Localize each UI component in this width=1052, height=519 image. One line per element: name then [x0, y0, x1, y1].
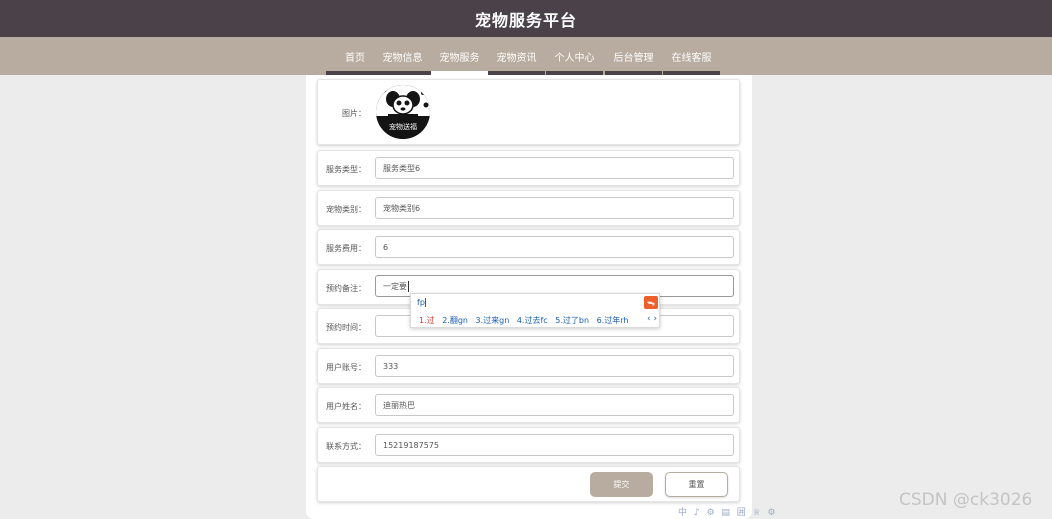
nav-item-pet-news[interactable]: 宠物资讯	[488, 37, 545, 75]
form-row-user-account: 用户账号： 333	[317, 348, 740, 384]
ime-pinyin-input: fp	[417, 298, 426, 307]
image-label: 图片：	[342, 109, 366, 118]
user-name-field[interactable]: 迪丽热巴	[375, 394, 734, 416]
pet-image[interactable]: 宠物送福	[376, 85, 430, 139]
pet-image-caption: 宠物送福	[389, 123, 417, 131]
contact-label: 联系方式：	[326, 442, 366, 451]
ime-candidate[interactable]: 4.过去fc	[517, 316, 548, 325]
user-account-label: 用户账号：	[326, 363, 366, 372]
user-account-field[interactable]: 333	[375, 355, 734, 377]
form-row-service-type: 服务类型： 服务类型6	[317, 150, 740, 186]
text-caret	[408, 280, 409, 292]
app-title: 宠物服务平台	[474, 10, 577, 30]
watermark: CSDN @ck3026	[899, 490, 1033, 510]
ime-caret	[424, 298, 426, 307]
nav-item-online-support[interactable]: 在线客服	[663, 37, 720, 75]
submit-button[interactable]: 提交	[590, 472, 653, 497]
form-row-user-name: 用户姓名： 迪丽热巴	[317, 387, 740, 423]
service-type-field[interactable]: 服务类型6	[375, 157, 734, 179]
nav-item-label: 宠物服务	[439, 52, 480, 64]
booking-note-label: 预约备注：	[326, 284, 366, 293]
ime-candidate[interactable]: 2.翻gn	[442, 316, 468, 325]
ime-candidate[interactable]: 1.过	[419, 316, 435, 325]
booking-note-value: 一定要	[383, 281, 407, 291]
main-nav: 首页 宠物信息 宠物服务 宠物资讯 个人中心 后台管理 在线客服	[0, 37, 1052, 75]
nav-item-label: 后台管理	[613, 52, 654, 64]
nav-item-pet-info[interactable]: 宠物信息	[374, 37, 431, 75]
form-row-image: 图片： 宠物送福	[317, 79, 740, 145]
nav-item-label: 个人中心	[554, 52, 595, 64]
ime-candidate-list: 1.过 2.翻gn 3.过来gn 4.过去fc 5.过了bn 6.过年rh	[419, 315, 633, 326]
nav-item-label: 宠物信息	[382, 52, 423, 64]
service-type-label: 服务类型：	[326, 165, 366, 174]
booking-time-label: 预约时间：	[326, 323, 366, 332]
user-name-label: 用户姓名：	[326, 402, 366, 411]
ime-logo-icon[interactable]: ᯓ	[644, 296, 658, 309]
pet-category-label: 宠物类别：	[326, 205, 366, 214]
pet-category-field[interactable]: 宠物类别6	[375, 197, 734, 219]
ime-candidate[interactable]: 3.过来gn	[476, 316, 510, 325]
nav-item-pet-service[interactable]: 宠物服务	[431, 37, 488, 75]
ime-pinyin-text: fp	[417, 298, 425, 307]
ime-toolbar[interactable]: 中 ♪ ⚙ ▤ 囲 ♕ ⚙	[678, 505, 778, 518]
form-row-pet-category: 宠物类别： 宠物类别6	[317, 190, 740, 226]
contact-field[interactable]: 15219187575	[375, 434, 734, 456]
nav-item-label: 首页	[345, 52, 365, 64]
ime-candidate[interactable]: 6.过年rh	[597, 316, 629, 325]
ime-candidate-popup: fp ᯓ 1.过 2.翻gn 3.过来gn 4.过去fc 5.过了bn 6.过年…	[410, 293, 660, 328]
nav-item-label: 宠物资讯	[496, 52, 537, 64]
form-row-contact: 联系方式： 15219187575	[317, 427, 740, 463]
form-row-service-fee: 服务费用： 6	[317, 229, 740, 265]
service-fee-label: 服务费用：	[326, 244, 366, 253]
ime-page-arrows-icon[interactable]: ‹ ›	[647, 314, 657, 324]
nav-item-admin[interactable]: 后台管理	[605, 37, 662, 75]
ime-candidate[interactable]: 5.过了bn	[555, 316, 589, 325]
nav-item-label: 在线客服	[671, 52, 712, 64]
service-fee-field[interactable]: 6	[375, 236, 734, 258]
nav-item-personal-center[interactable]: 个人中心	[546, 37, 603, 75]
top-header: 宠物服务平台	[0, 0, 1052, 37]
reset-button[interactable]: 重置	[665, 472, 728, 497]
